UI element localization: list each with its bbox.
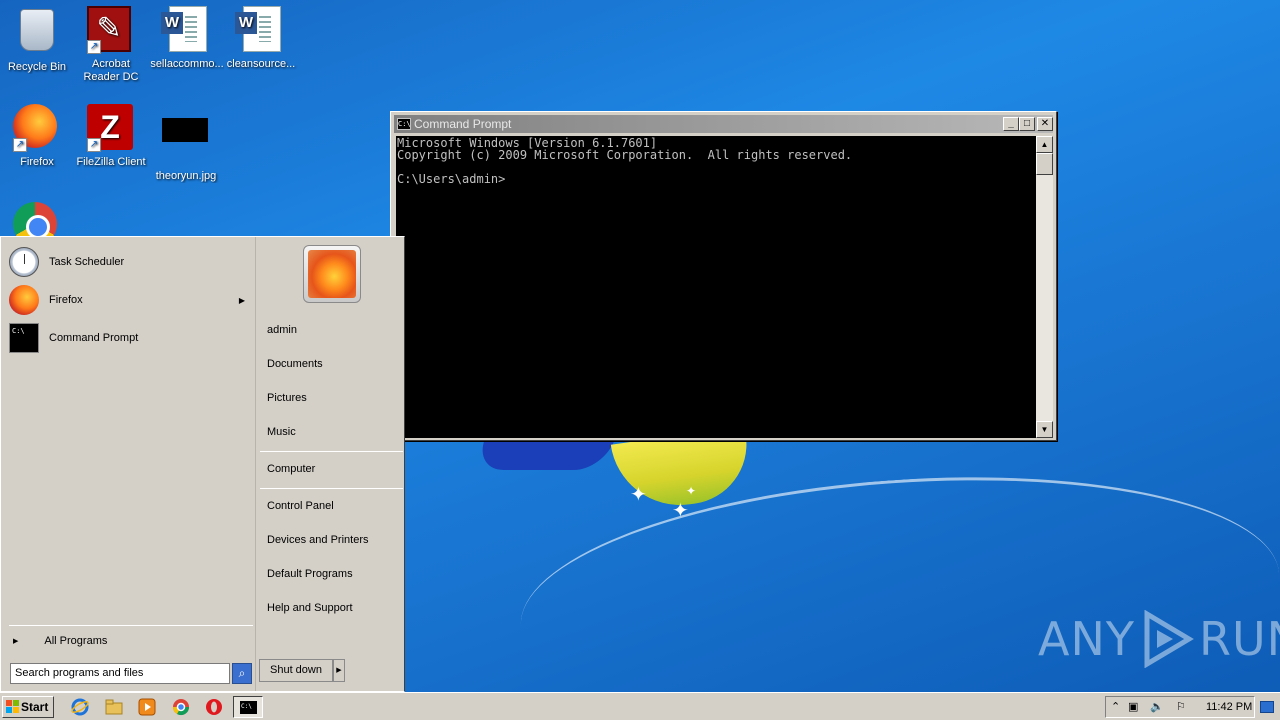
desktop-icon-label: FileZilla Client [76, 156, 146, 168]
image-file-icon [162, 118, 210, 166]
start-link-music[interactable]: Music [267, 426, 296, 438]
console-line: Copyright (c) 2009 Microsoft Corporation… [397, 148, 853, 162]
watermark: ANY RUN [1038, 610, 1280, 668]
scroll-thumb[interactable] [1036, 153, 1053, 175]
console-prompt: C:\Users\admin> [397, 172, 506, 186]
volume-icon[interactable]: 🔈 [1150, 700, 1164, 713]
scroll-up-button[interactable]: ▲ [1036, 136, 1053, 153]
window-title: Command Prompt [414, 117, 512, 131]
divider [260, 488, 403, 489]
close-button[interactable]: ✕ [1037, 117, 1053, 131]
wallpaper-sparkle: ✦ [672, 500, 689, 522]
desktop-icon-filezilla[interactable]: Z ↗ FileZilla Client [74, 104, 148, 169]
divider [9, 625, 253, 626]
action-center-flag-icon[interactable]: ⚐ [1176, 700, 1186, 713]
start-item-task-scheduler[interactable]: Task Scheduler [9, 245, 253, 279]
start-item-label: Command Prompt [49, 332, 139, 344]
user-avatar[interactable] [303, 245, 361, 303]
task-scheduler-icon [9, 247, 39, 277]
opera-icon[interactable] [204, 697, 224, 717]
start-button[interactable]: Start [2, 696, 54, 718]
desktop-icon-label: theoryun.jpg [155, 170, 217, 182]
recycle-bin-icon [13, 9, 61, 57]
play-logo-icon [1144, 610, 1194, 668]
media-player-icon[interactable] [137, 697, 157, 717]
internet-explorer-icon[interactable] [70, 697, 90, 717]
firefox-icon: ↗ [13, 104, 61, 152]
wallpaper-glow [512, 453, 1280, 720]
desktop-icon-cleansource[interactable]: W cleansource... [224, 6, 298, 71]
shortcut-arrow-icon: ↗ [13, 138, 27, 152]
wallpaper-sparkle: ✦ [686, 484, 697, 498]
windows-logo-icon [6, 700, 19, 713]
search-input[interactable]: Search programs and files [10, 663, 230, 684]
all-programs-button[interactable]: ▶ All Programs [13, 635, 107, 647]
desktop-icon-firefox[interactable]: ↗ Firefox [0, 104, 74, 169]
network-icon[interactable]: ▣ [1128, 700, 1138, 713]
watermark-text: RUN [1198, 612, 1280, 666]
command-prompt-window[interactable]: C:\ Command Prompt _ □ ✕ Microsoft Windo… [390, 111, 1057, 441]
taskbar: Start C:\ ⌃ ▣ 🔈 ⚐ 11:42 PM [0, 692, 1280, 720]
desktop-icon-label: cleansource... [226, 58, 296, 70]
desktop-icon-label: Acrobat Reader DC [83, 58, 139, 83]
command-prompt-titlebar[interactable]: C:\ Command Prompt _ □ ✕ [394, 115, 1053, 133]
show-hidden-icons-icon[interactable]: ⌃ [1111, 700, 1120, 713]
minimize-button[interactable]: _ [1003, 117, 1019, 131]
command-prompt-icon: C:\ [9, 323, 39, 353]
start-item-command-prompt[interactable]: C:\ Command Prompt [9, 321, 253, 355]
start-menu-programs-pane: Task Scheduler Firefox ▶ C:\ Command Pro… [3, 239, 253, 689]
start-link-help-support[interactable]: Help and Support [267, 602, 353, 614]
maximize-button[interactable]: □ [1019, 117, 1035, 131]
shortcut-arrow-icon: ↗ [87, 138, 101, 152]
divider [260, 451, 403, 452]
start-link-computer[interactable]: Computer [267, 463, 315, 475]
start-link-admin[interactable]: admin [267, 324, 297, 336]
start-menu-places-pane: admin Documents Pictures Music Computer … [255, 237, 404, 691]
word-document-icon: W [161, 6, 211, 54]
chrome-icon[interactable] [171, 697, 191, 717]
watermark-text: ANY [1038, 612, 1135, 666]
start-item-label: Task Scheduler [49, 256, 125, 268]
submenu-arrow-icon[interactable]: ▶ [239, 296, 245, 305]
shutdown-button[interactable]: Shut down [259, 659, 333, 682]
desktop-icon-recycle-bin[interactable]: Recycle Bin [0, 6, 74, 74]
scroll-down-button[interactable]: ▼ [1036, 421, 1053, 438]
word-document-icon: W [235, 6, 285, 54]
start-label: Start [21, 700, 49, 714]
console-output[interactable]: Microsoft Windows [Version 6.1.7601] Copy… [396, 136, 1036, 438]
shortcut-arrow-icon: ↗ [87, 40, 101, 54]
vertical-scrollbar[interactable]: ▲ ▼ [1036, 136, 1053, 438]
command-prompt-icon: C:\ [240, 701, 257, 714]
start-menu: Task Scheduler Firefox ▶ C:\ Command Pro… [0, 236, 405, 692]
search-icon[interactable]: ⌕ [232, 663, 252, 684]
acrobat-reader-icon: ✎ ↗ [87, 6, 135, 54]
system-tray: ⌃ ▣ 🔈 ⚐ 11:42 PM [1105, 696, 1255, 718]
windows-explorer-icon[interactable] [104, 697, 124, 717]
start-item-label: Firefox [49, 294, 83, 306]
shutdown-options-button[interactable]: ▶ [333, 659, 345, 682]
start-link-control-panel[interactable]: Control Panel [267, 500, 334, 512]
start-link-pictures[interactable]: Pictures [267, 392, 307, 404]
command-prompt-icon: C:\ [397, 118, 411, 130]
start-link-devices-printers[interactable]: Devices and Printers [267, 534, 369, 546]
filezilla-icon: Z ↗ [87, 104, 135, 152]
desktop-icon-label: Firefox [20, 156, 54, 168]
clock[interactable]: 11:42 PM [1206, 701, 1252, 713]
desktop-icon-sellaccommo[interactable]: W sellaccommo... [150, 6, 224, 71]
start-link-default-programs[interactable]: Default Programs [267, 568, 353, 580]
all-programs-label: All Programs [44, 635, 108, 647]
start-item-firefox[interactable]: Firefox ▶ [9, 283, 253, 317]
wallpaper-sparkle: ✦ [630, 484, 647, 506]
show-desktop-button[interactable] [1260, 701, 1274, 713]
firefox-icon [9, 285, 39, 315]
flower-picture-icon [308, 250, 356, 298]
taskbar-command-prompt-button[interactable]: C:\ [233, 696, 263, 718]
desktop-icon-theoryun[interactable]: theoryun.jpg [149, 104, 223, 183]
desktop-icon-label: sellaccommo... [150, 58, 224, 70]
triangle-right-icon: ▶ [13, 638, 19, 645]
desktop-icon-label: Recycle Bin [7, 61, 67, 73]
desktop-icon-acrobat[interactable]: ✎ ↗ Acrobat Reader DC [74, 6, 148, 84]
start-link-documents[interactable]: Documents [267, 358, 323, 370]
